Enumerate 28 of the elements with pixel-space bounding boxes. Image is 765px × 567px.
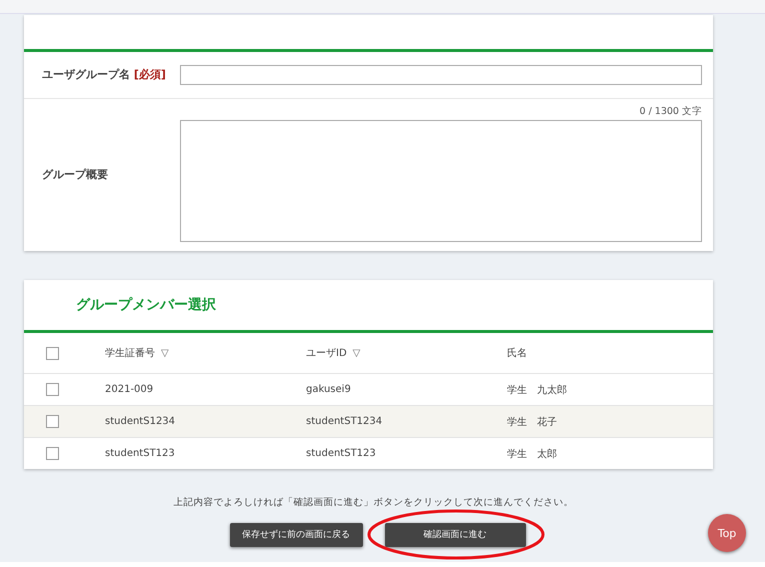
character-counter: 0 / 1300 文字 (640, 105, 702, 118)
sort-icon[interactable]: ▽ (161, 348, 169, 358)
confirm-button[interactable]: 確認画面に進む (384, 522, 526, 546)
table-cell: studentST123 (105, 448, 175, 459)
table-cell: 2021-009 (105, 384, 154, 395)
table-cell: studentS1234 (105, 416, 176, 427)
table-cell: 学生 太郎 (507, 448, 557, 460)
checkbox[interactable] (46, 447, 59, 460)
checkbox[interactable] (46, 415, 59, 428)
back-button[interactable]: 保存せずに前の画面に戻る (230, 522, 362, 546)
section-title: グループメンバー選択 (76, 296, 216, 314)
group-name-field[interactable] (180, 65, 702, 85)
table-cell: 学生 花子 (507, 416, 557, 428)
field-label: グループ概要 (42, 168, 109, 182)
sort-icon[interactable]: ▽ (352, 348, 360, 358)
column-header: 氏名 (507, 346, 527, 360)
table-cell: studentST1234 (306, 416, 382, 427)
instruction-text: 上記内容でよろしければ「確認画面に進む」ボタンをクリックして次に進んでください。 (174, 497, 574, 508)
table-cell: gakusei9 (306, 384, 351, 395)
column-header: 学生証番号 (105, 346, 155, 360)
field-label: ユーザグループ名 [必須] (42, 68, 167, 82)
table-cell: studentST123 (306, 448, 376, 459)
column-header: ユーザID (306, 347, 347, 360)
checkbox[interactable] (46, 346, 59, 360)
checkbox[interactable] (46, 383, 59, 396)
back-to-top-button[interactable]: Top (708, 514, 746, 552)
group-summary-field[interactable] (180, 120, 702, 242)
table-cell: 学生 九太郎 (507, 384, 567, 396)
